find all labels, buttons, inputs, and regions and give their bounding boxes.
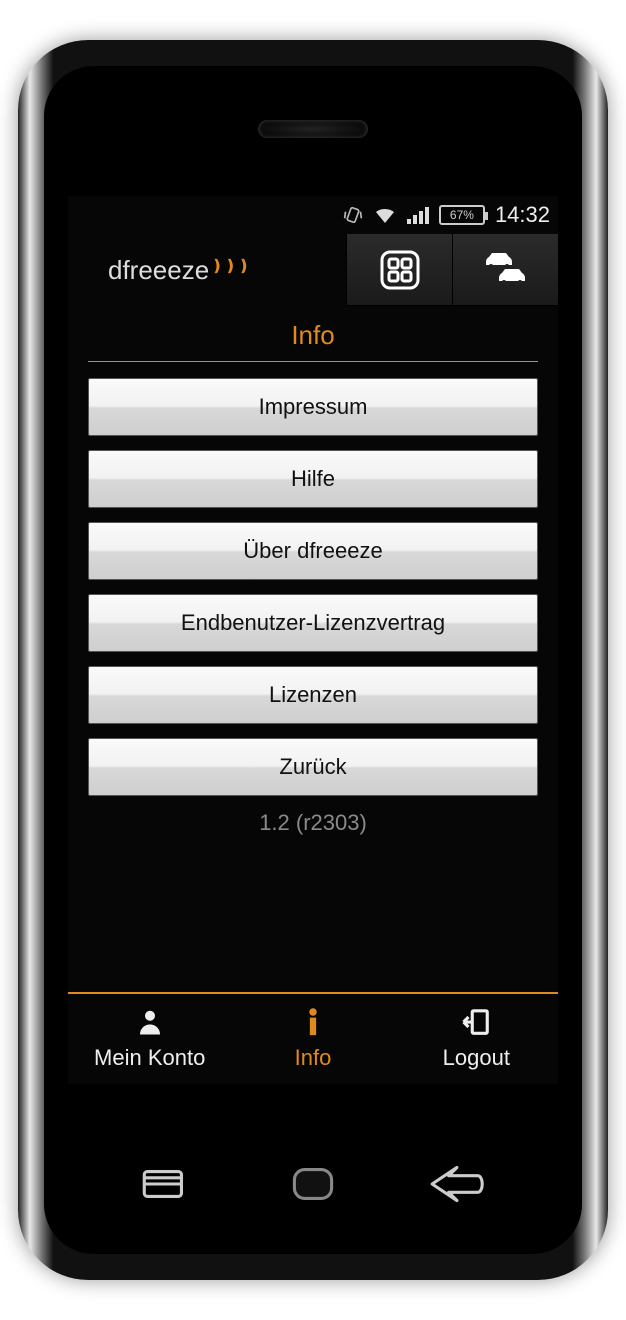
button-label: Über dfreeeze bbox=[243, 538, 382, 564]
page-title: Info bbox=[88, 306, 538, 362]
back-key[interactable] bbox=[428, 1163, 490, 1210]
eula-button[interactable]: Endbenutzer-Lizenzvertrag bbox=[88, 594, 538, 652]
about-button[interactable]: Über dfreeeze bbox=[88, 522, 538, 580]
cars-icon bbox=[481, 248, 531, 292]
vibrate-icon bbox=[343, 205, 363, 225]
dashboard-button[interactable] bbox=[346, 234, 452, 306]
button-label: Lizenzen bbox=[269, 682, 357, 708]
battery-level: 67% bbox=[450, 208, 474, 222]
help-button[interactable]: Hilfe bbox=[88, 450, 538, 508]
back-button[interactable]: Zurück bbox=[88, 738, 538, 796]
person-icon bbox=[135, 1007, 165, 1043]
grid-icon bbox=[378, 248, 422, 292]
brand-name: dfreeeze bbox=[108, 255, 209, 286]
vehicles-button[interactable] bbox=[452, 234, 558, 306]
menu-list: Impressum Hilfe Über dfreeeze Endbenutze… bbox=[68, 362, 558, 796]
device-body: 67% 14:32 dfreeeze❫❫❫ bbox=[44, 66, 582, 1254]
soft-keys bbox=[44, 1163, 582, 1210]
battery-icon: 67% bbox=[439, 205, 485, 225]
version-label: 1.2 (r2303) bbox=[68, 810, 558, 836]
wifi-icon bbox=[373, 205, 397, 225]
signal-waves-icon: ❫❫❫ bbox=[210, 256, 250, 276]
button-label: Zurück bbox=[279, 754, 346, 780]
logout-icon bbox=[461, 1007, 491, 1043]
tab-account[interactable]: Mein Konto bbox=[68, 994, 231, 1084]
recent-apps-key[interactable] bbox=[136, 1163, 198, 1210]
tab-label: Logout bbox=[443, 1045, 510, 1071]
clock: 14:32 bbox=[495, 202, 550, 228]
device-frame: 67% 14:32 dfreeeze❫❫❫ bbox=[18, 40, 608, 1280]
tab-label: Mein Konto bbox=[94, 1045, 205, 1071]
button-label: Endbenutzer-Lizenzvertrag bbox=[181, 610, 445, 636]
tab-bar: Mein Konto Info Logout bbox=[68, 992, 558, 1084]
licenses-button[interactable]: Lizenzen bbox=[88, 666, 538, 724]
signal-icon bbox=[407, 206, 429, 224]
screen: 67% 14:32 dfreeeze❫❫❫ bbox=[68, 196, 558, 1084]
impressum-button[interactable]: Impressum bbox=[88, 378, 538, 436]
button-label: Hilfe bbox=[291, 466, 335, 492]
tab-logout[interactable]: Logout bbox=[395, 994, 558, 1084]
info-icon bbox=[298, 1007, 328, 1043]
status-bar: 67% 14:32 bbox=[68, 196, 558, 234]
home-key[interactable] bbox=[282, 1163, 344, 1210]
app-header: dfreeeze❫❫❫ bbox=[68, 234, 558, 306]
button-label: Impressum bbox=[259, 394, 368, 420]
brand-logo: dfreeeze❫❫❫ bbox=[68, 234, 346, 306]
speaker-grille bbox=[258, 120, 368, 138]
tab-info[interactable]: Info bbox=[231, 994, 394, 1084]
tab-label: Info bbox=[295, 1045, 332, 1071]
